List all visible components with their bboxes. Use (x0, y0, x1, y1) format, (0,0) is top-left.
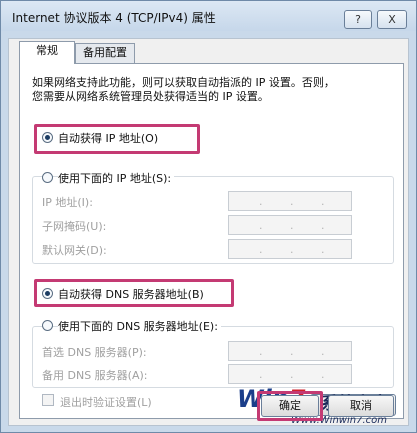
label-ip-address: IP 地址(I): (42, 196, 93, 209)
default-gateway-input[interactable]: ... (228, 239, 352, 259)
alternate-dns-input[interactable]: ... (228, 364, 352, 384)
label-manual-dns: 使用下面的 DNS 服务器地址(E): (58, 318, 221, 334)
label-alternate-dns: 备用 DNS 服务器(A): (42, 369, 148, 382)
description-line-2: 您需要从网络系统管理员处获得适当的 IP 设置。 (32, 90, 269, 103)
label-preferred-dns: 首选 DNS 服务器(P): (42, 346, 147, 359)
dialog-window: Internet 协议版本 4 (TCP/IPv4) 属性 ? X 常规 备用配… (0, 0, 417, 433)
label-auto-dns: 自动获得 DNS 服务器地址(B) (58, 288, 204, 301)
label-manual-ip: 使用下面的 IP 地址(S): (58, 170, 175, 186)
radio-manual-dns[interactable] (42, 320, 53, 331)
preferred-dns-input[interactable]: ... (228, 341, 352, 361)
cancel-button[interactable]: 取消 (328, 395, 394, 417)
dialog-client: 常规 备用配置 如果网络支持此功能，则可以获取自动指派的 IP 设置。否则， 您… (8, 38, 409, 426)
label-validate-on-exit: 退出时验证设置(L) (60, 396, 152, 409)
validate-on-exit-checkbox[interactable] (42, 394, 54, 406)
ok-button[interactable]: 确定 (261, 395, 319, 417)
help-button[interactable]: ? (344, 10, 372, 29)
tab-alternate-config[interactable]: 备用配置 (75, 43, 135, 63)
general-panel: 如果网络支持此功能，则可以获取自动指派的 IP 设置。否则， 您需要从网络系统管… (19, 63, 404, 419)
label-subnet-mask: 子网掩码(U): (42, 220, 107, 233)
ip-address-input[interactable]: ... (228, 191, 352, 211)
label-default-gateway: 默认网关(D): (42, 244, 107, 257)
description-line-1: 如果网络支持此功能，则可以获取自动指派的 IP 设置。否则， (32, 76, 335, 89)
label-auto-ip: 自动获得 IP 地址(O) (58, 132, 159, 145)
tab-general[interactable]: 常规 (19, 41, 75, 64)
title-bar[interactable]: Internet 协议版本 4 (TCP/IPv4) 属性 ? X (1, 1, 416, 31)
radio-manual-ip[interactable] (42, 172, 53, 183)
subnet-mask-input[interactable]: ... (228, 215, 352, 235)
radio-auto-dns[interactable] (42, 288, 53, 299)
window-title: Internet 协议版本 4 (TCP/IPv4) 属性 (12, 11, 216, 25)
close-button[interactable]: X (377, 10, 407, 29)
radio-auto-ip[interactable] (42, 132, 53, 143)
description-text: 如果网络支持此功能，则可以获取自动指派的 IP 设置。否则， 您需要从网络系统管… (32, 76, 392, 104)
